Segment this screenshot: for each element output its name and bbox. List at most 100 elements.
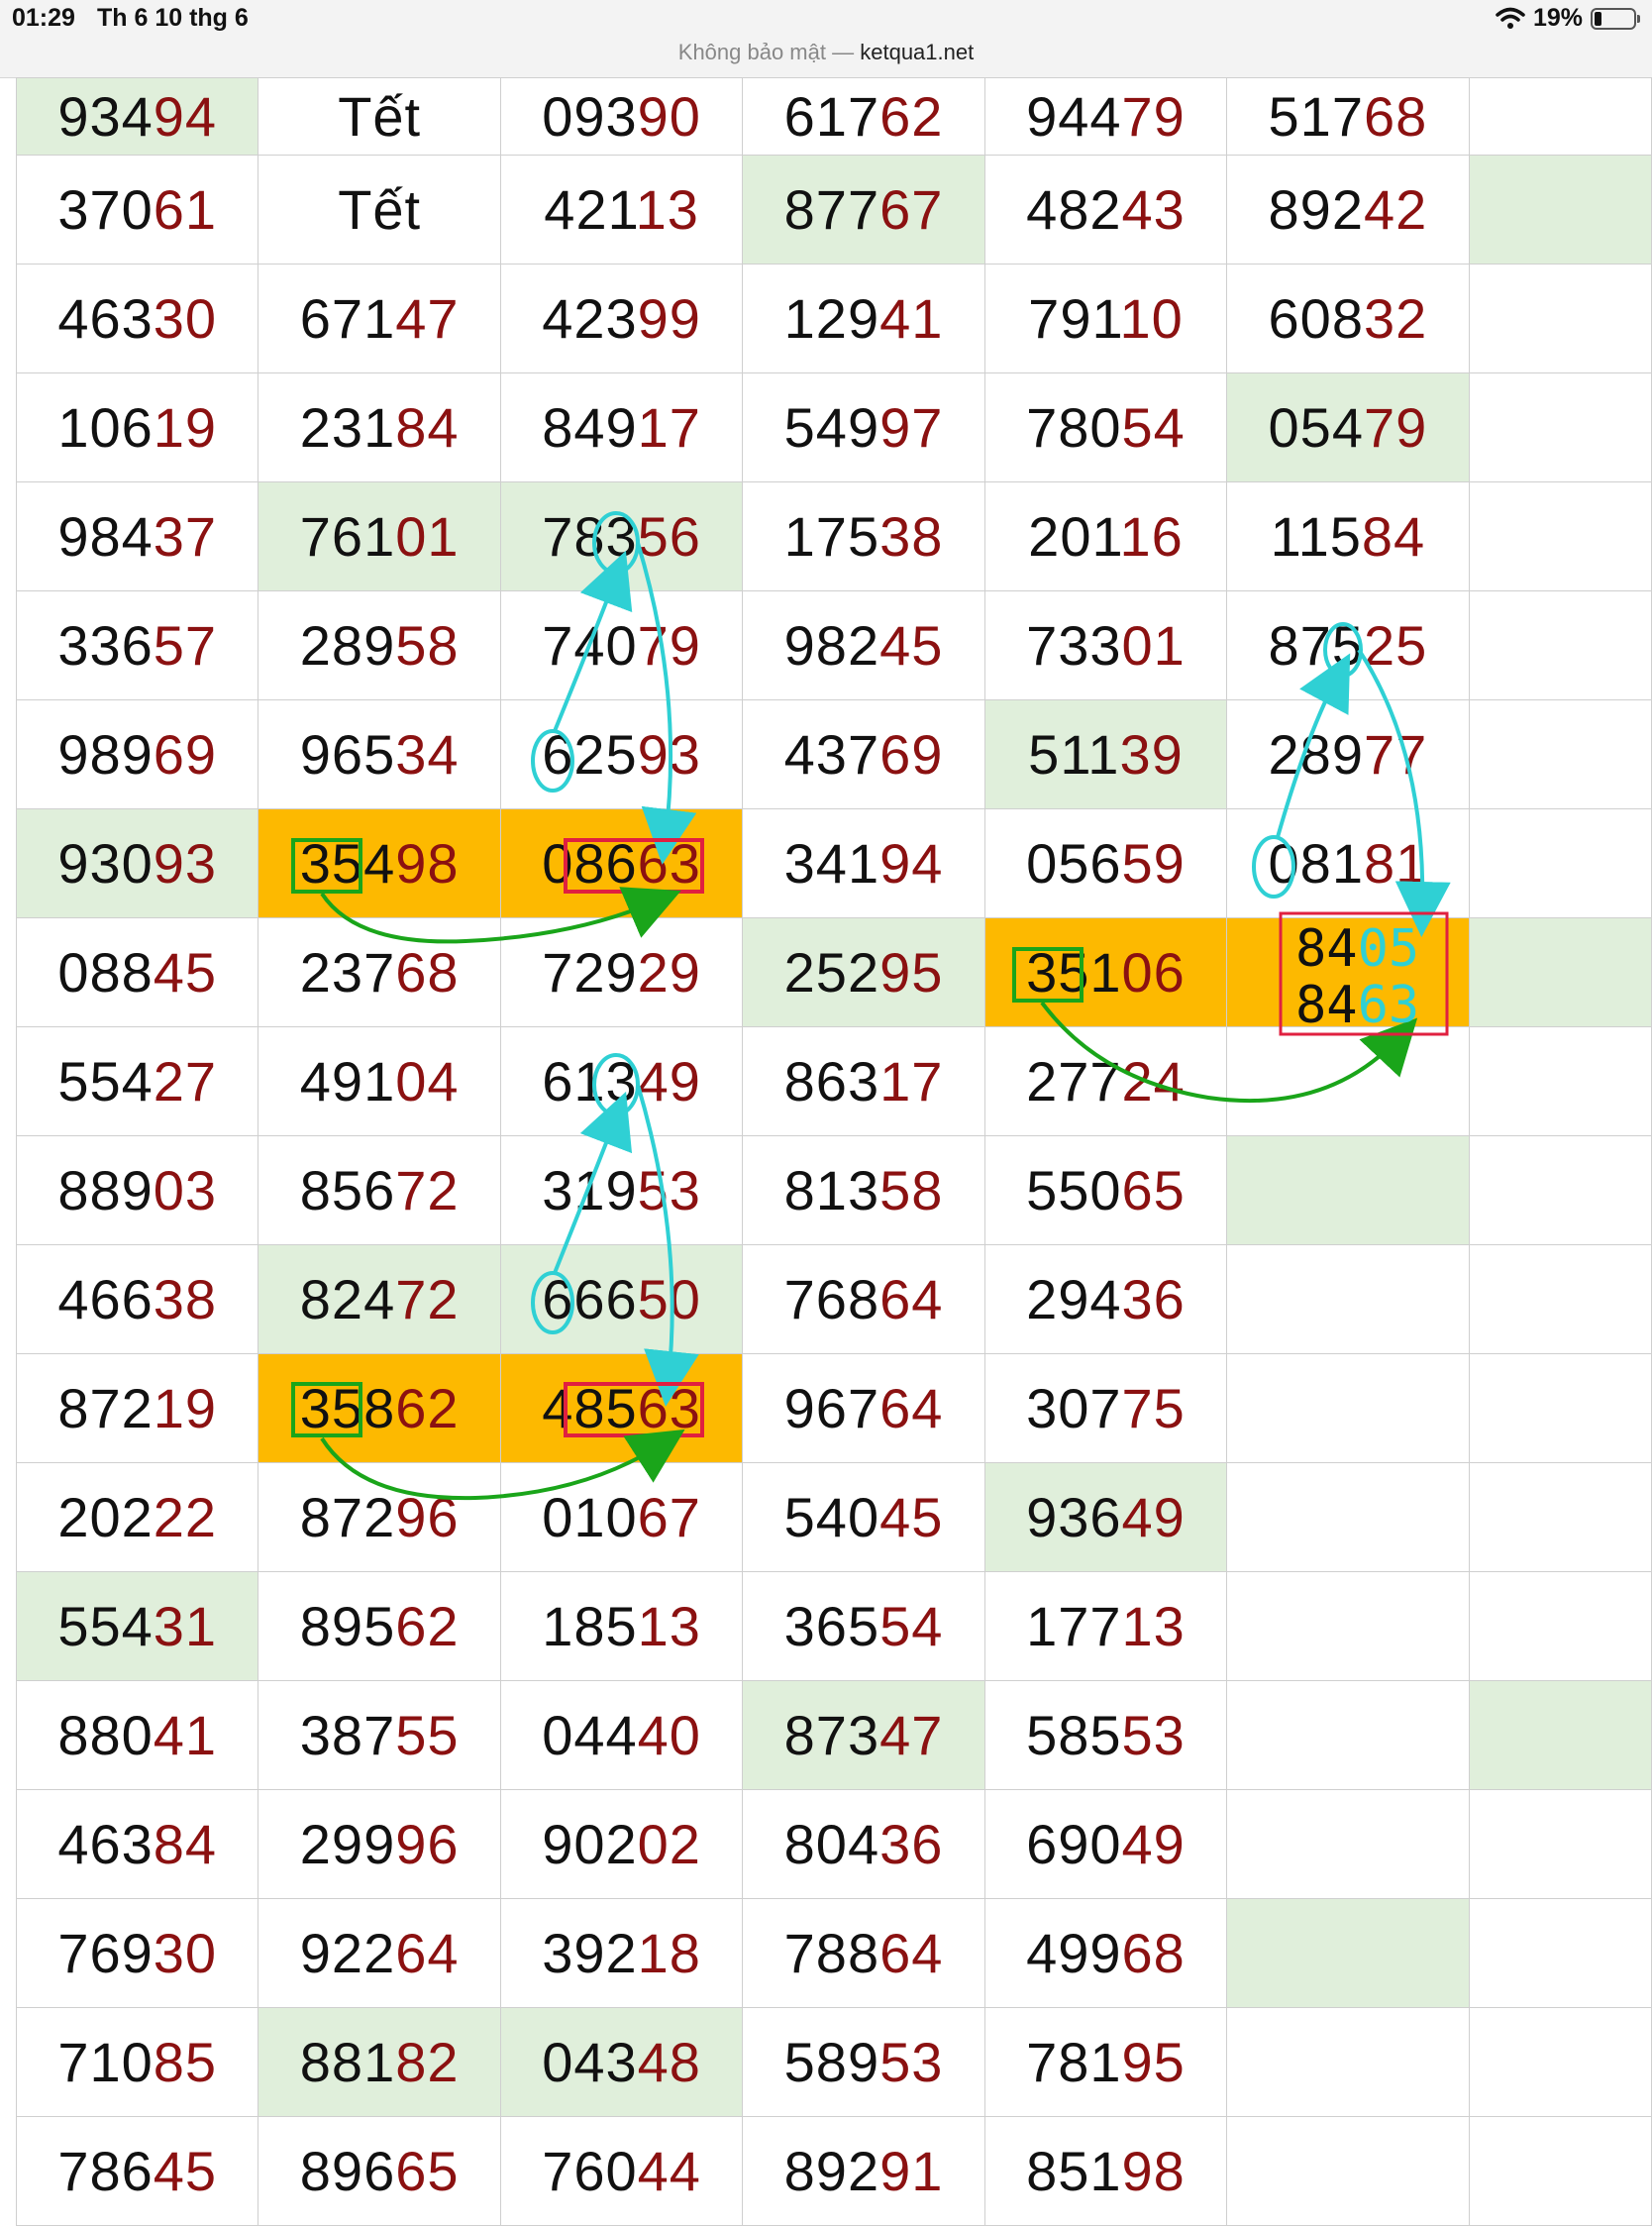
result-cell: 88041	[15, 1680, 259, 1790]
result-cell: 96534	[258, 699, 501, 809]
number-tail: 67	[637, 1486, 701, 1548]
result-cell: 23768	[258, 917, 501, 1027]
number-tail: 01	[395, 505, 460, 568]
number-tail: 69	[879, 723, 944, 786]
result-cell	[1468, 1026, 1652, 1136]
address-bar[interactable]: Không bảo mật — ketqua1.net	[0, 40, 1652, 65]
number-head: 585	[1026, 1704, 1122, 1766]
number-head: 554	[57, 1595, 154, 1657]
battery-percent: 19%	[1532, 4, 1583, 32]
number-head: 877	[783, 178, 880, 241]
number-head: 336	[57, 614, 154, 677]
result-cell: 62593	[499, 699, 744, 809]
status-right: 19%	[1496, 4, 1640, 33]
number-tail: 96	[395, 1486, 460, 1548]
number-head: 129	[783, 287, 880, 350]
result-cell: 29436	[983, 1244, 1228, 1354]
result-cell: 42399	[499, 264, 744, 373]
number-tail: 36	[1121, 1268, 1186, 1330]
number-head: 088	[57, 941, 154, 1004]
result-cell: 93649	[983, 1462, 1228, 1572]
result-cell	[1226, 1571, 1470, 1681]
result-cell: 93494	[15, 77, 259, 156]
number-head: 617	[783, 85, 880, 148]
result-cell: 01067	[499, 1462, 744, 1572]
number-tail: 81	[1363, 832, 1428, 895]
result-cell: 35498	[258, 808, 501, 918]
number-tail: 41	[879, 287, 944, 350]
result-cell	[1226, 1789, 1470, 1899]
result-cell: 98437	[15, 481, 259, 591]
number-tail: 31	[153, 1595, 218, 1657]
number-head: 922	[299, 1922, 396, 1984]
result-cell: 89562	[258, 1571, 501, 1681]
number-head: 044	[542, 1704, 638, 1766]
number-head: 881	[299, 2031, 396, 2093]
result-cell: 34194	[742, 808, 985, 918]
result-cell	[1468, 155, 1652, 265]
number-tail: 64	[395, 1922, 460, 1984]
number-tail: 69	[153, 723, 218, 786]
number-head: 277	[1026, 1050, 1122, 1113]
result-cell	[1226, 917, 1470, 1027]
number-tail: 68	[1121, 1922, 1186, 1984]
number-head: 299	[299, 1813, 396, 1875]
result-cell: 54045	[742, 1462, 985, 1572]
result-cell: 98969	[15, 699, 259, 809]
result-cell: 76930	[15, 1898, 259, 2008]
number-head: 895	[299, 1595, 396, 1657]
number-head: 351	[1026, 941, 1122, 1004]
result-cell	[1468, 808, 1652, 918]
number-head: 237	[299, 941, 396, 1004]
result-cell: 76044	[499, 2116, 744, 2226]
number-tail: 68	[1363, 85, 1428, 148]
number-tail: 94	[879, 832, 944, 895]
result-cell: 08845	[15, 917, 259, 1027]
table-row: 71085 88182 04348 58953 78195	[15, 2007, 1652, 2117]
number-tail: 25	[1363, 614, 1428, 677]
number-head: 791	[1028, 287, 1120, 350]
number-head: 813	[783, 1159, 880, 1221]
number-tail: 50	[637, 1268, 701, 1330]
number-tail: 06	[1121, 941, 1186, 1004]
result-cell: 61349	[499, 1026, 744, 1136]
result-cell	[1468, 1135, 1652, 1245]
result-cell: 54997	[742, 372, 985, 482]
number-tail: 85	[153, 2031, 218, 2093]
result-cell: 30775	[983, 1353, 1228, 1463]
number-head: 289	[299, 614, 396, 677]
result-cell: 35106	[983, 917, 1228, 1027]
number-head: 252	[783, 941, 880, 1004]
result-cell: 78356	[499, 481, 744, 591]
result-cell: 08181	[1226, 808, 1470, 918]
result-cell	[1468, 699, 1652, 809]
result-cell: 29996	[258, 1789, 501, 1899]
result-cell: 49104	[258, 1026, 501, 1136]
number-head: 177	[1026, 1595, 1122, 1657]
number-tail: 97	[879, 396, 944, 459]
result-cell: 09390	[499, 77, 744, 156]
number-head: 608	[1268, 287, 1364, 350]
number-tail: 47	[879, 1704, 944, 1766]
table-row: 37061 Tết 42113 87767 48243 89242	[15, 155, 1652, 265]
number-tail: 68	[395, 941, 460, 1004]
number-head: 054	[1268, 396, 1364, 459]
result-cell: 67147	[258, 264, 501, 373]
number-tail: 58	[395, 614, 460, 677]
result-cell	[1226, 1135, 1470, 1245]
number-head: 690	[1026, 1813, 1122, 1875]
number-head: 549	[783, 396, 880, 459]
number-tail: 17	[637, 396, 701, 459]
number-tail: 94	[153, 85, 218, 148]
result-cell	[1226, 2007, 1470, 2117]
number-head: 729	[542, 941, 638, 1004]
number-head: 499	[1026, 1922, 1122, 1984]
result-cell: 55065	[983, 1135, 1228, 1245]
number-tail: 45	[153, 941, 218, 1004]
result-cell: 89291	[742, 2116, 985, 2226]
table-row: 08845 23768 72929 25295 35106	[15, 917, 1652, 1027]
table-row: 55427 49104 61349 86317 27724	[15, 1026, 1652, 1136]
number-tail: 95	[879, 941, 944, 1004]
number-head: 201	[1028, 505, 1120, 568]
number-head: 010	[542, 1486, 638, 1548]
